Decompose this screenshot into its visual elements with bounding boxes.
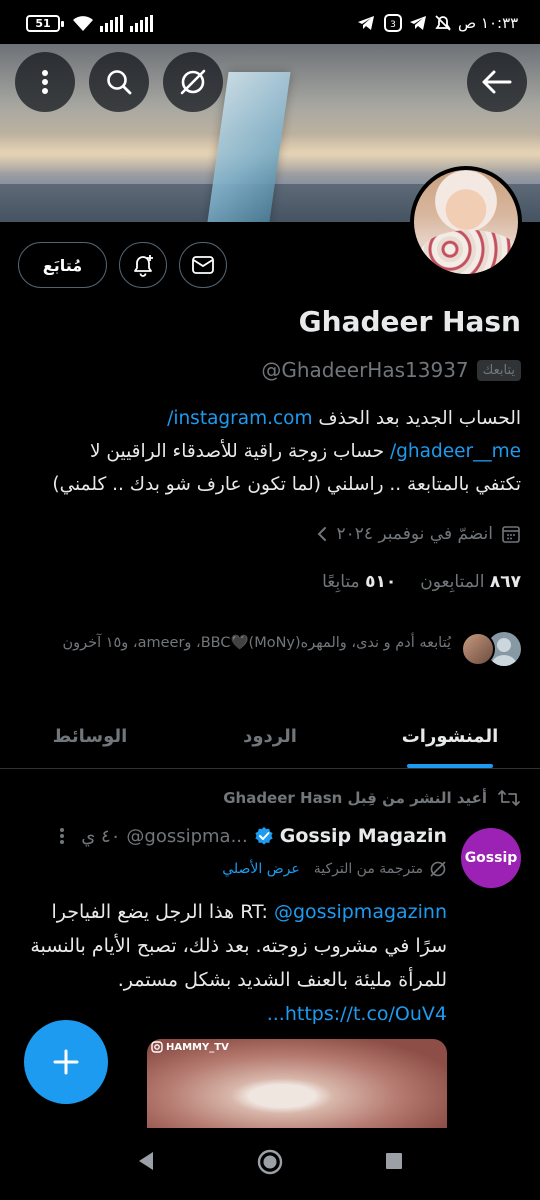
following-count-link[interactable]: ٥١٠ متابِعًا — [322, 572, 396, 592]
back-button[interactable] — [467, 52, 527, 112]
signal-icon — [100, 15, 123, 32]
subscriptions-button[interactable]: مُتابَع — [18, 242, 107, 288]
telegram-icon — [358, 16, 374, 30]
tab-posts[interactable]: المنشورات — [360, 705, 540, 768]
profile-avatar[interactable] — [410, 166, 522, 278]
tweet-mention[interactable]: @gossipmagazinn — [274, 901, 447, 923]
arrow-left-icon — [482, 70, 512, 94]
tweet-time: ٤٠ ي — [81, 825, 121, 847]
translated-note: مترجمة من التركية — [313, 861, 423, 877]
handle-row: @GhadeerHas13937 يتابعك — [261, 358, 521, 382]
retweet-note: أعيد النشر من قِبل Ghadeer Hasn — [223, 789, 487, 807]
retweet-context: أعيد النشر من قِبل Ghadeer Hasn — [223, 788, 521, 808]
show-original-link[interactable]: عرض الأصلي — [222, 861, 300, 877]
clock: ١٠:٣٣ ص — [458, 14, 519, 32]
system-nav-bar — [0, 1128, 540, 1200]
tweet-body-prefix: RT: — [240, 901, 274, 923]
tab-media[interactable]: الوسائط — [0, 705, 180, 768]
more-options-button[interactable] — [15, 52, 75, 112]
search-button[interactable] — [89, 52, 149, 112]
retweet-icon — [498, 790, 520, 806]
bell-plus-icon — [134, 255, 153, 277]
instagram-icon — [151, 1041, 163, 1053]
message-button[interactable] — [179, 242, 227, 288]
following-count: ٥١٠ — [365, 572, 397, 592]
battery-icon: 51 — [26, 15, 64, 32]
subscriptions-button-label: مُتابَع — [42, 255, 83, 275]
app-notification-icon: 3 — [384, 14, 402, 32]
tweet-media[interactable]: HAMMY_TV — [147, 1039, 447, 1134]
signal-icon-2 — [130, 15, 153, 32]
followers-count-link[interactable]: ٨٦٧ المتابِعون — [420, 572, 521, 592]
bio-link-instagram[interactable]: instagram.com/ — [167, 408, 312, 429]
calendar-icon — [502, 526, 520, 543]
profile-bio: الحساب الجديد بعد الحذف instagram.com/ g… — [16, 402, 521, 501]
svg-text:3: 3 — [390, 20, 396, 30]
more-vertical-icon[interactable] — [59, 827, 65, 845]
nav-recents-icon[interactable] — [385, 1152, 403, 1170]
grok-icon — [180, 69, 206, 95]
profile-handle: @GhadeerHas13937 — [261, 358, 469, 382]
bio-text-2: حساب زوجة راقية للأصدقاء الراقيين لا — [89, 441, 390, 462]
tweet-author-avatar[interactable]: Gossip — [461, 828, 521, 888]
search-icon — [107, 70, 132, 95]
translation-row: مترجمة من التركية عرض الأصلي — [222, 860, 447, 878]
media-watermark: HAMMY_TV — [151, 1041, 229, 1053]
followers-count: ٨٦٧ — [489, 572, 521, 592]
grok-button[interactable] — [163, 52, 223, 112]
follower-avatar-photo — [461, 632, 495, 666]
bio-text-1: الحساب الجديد بعد الحذف — [312, 408, 521, 429]
tab-replies[interactable]: الردود — [180, 705, 360, 768]
tweet-avatar-text: Gossip — [464, 850, 518, 866]
compose-button[interactable] — [24, 1020, 108, 1104]
notifications-button[interactable] — [119, 242, 167, 288]
media-tag-text: HAMMY_TV — [166, 1041, 229, 1053]
profile-name: Ghadeer Hasn — [298, 305, 521, 338]
alarm-off-icon — [435, 15, 451, 31]
follows-you-badge: يتابعك — [476, 359, 521, 381]
bio-text-3: تكتفي بالمتابعة .. راسلني (لما تكون عارف… — [52, 474, 521, 495]
wifi-icon — [73, 16, 93, 31]
profile-tabs: المنشورات الردود الوسائط — [0, 705, 540, 769]
tweet-header: Gossip Magazin @gossipma... ٤٠ ي — [59, 825, 447, 847]
status-bar: 51 3 ١٠:٣٣ ص — [0, 0, 540, 44]
follow-counts: ٨٦٧ المتابِعون ٥١٠ متابِعًا — [322, 572, 521, 592]
followed-by-row[interactable]: يُتابعه أدم و ندى، والمهره(MoNy)🖤BBC، وa… — [21, 632, 521, 666]
tweet-author-name[interactable]: Gossip Magazin — [280, 825, 447, 847]
tweet-link[interactable]: https://t.co/OuV4... — [267, 1003, 447, 1025]
more-vertical-icon — [42, 70, 48, 94]
joined-row[interactable]: انضمّ في نوفمبر ٢٠٢٤ — [316, 524, 521, 544]
tweet-body: RT: @gossipmagazinn هذا الرجل يضع الفياج… — [27, 895, 447, 1031]
followers-label: المتابِعون — [420, 572, 485, 592]
followed-by-text: يُتابعه أدم و ندى، والمهره(MoNy)🖤BBC، وa… — [62, 635, 451, 651]
joined-date: انضمّ في نوفمبر ٢٠٢٤ — [336, 524, 493, 544]
battery-level: 51 — [35, 17, 51, 30]
bio-link-ghadeer[interactable]: ghadeer__me/ — [390, 441, 521, 462]
chevron-left-icon — [318, 527, 327, 541]
nav-back-icon[interactable] — [136, 1150, 156, 1172]
following-label: متابِعًا — [322, 572, 360, 592]
translate-icon — [430, 861, 446, 877]
telegram-icon-2 — [410, 16, 426, 30]
nav-home-icon[interactable] — [256, 1148, 284, 1176]
plus-icon — [53, 1049, 79, 1075]
verified-badge-icon — [255, 827, 273, 845]
envelope-icon — [192, 256, 214, 274]
tweet-author-handle: @gossipma... — [126, 825, 248, 847]
